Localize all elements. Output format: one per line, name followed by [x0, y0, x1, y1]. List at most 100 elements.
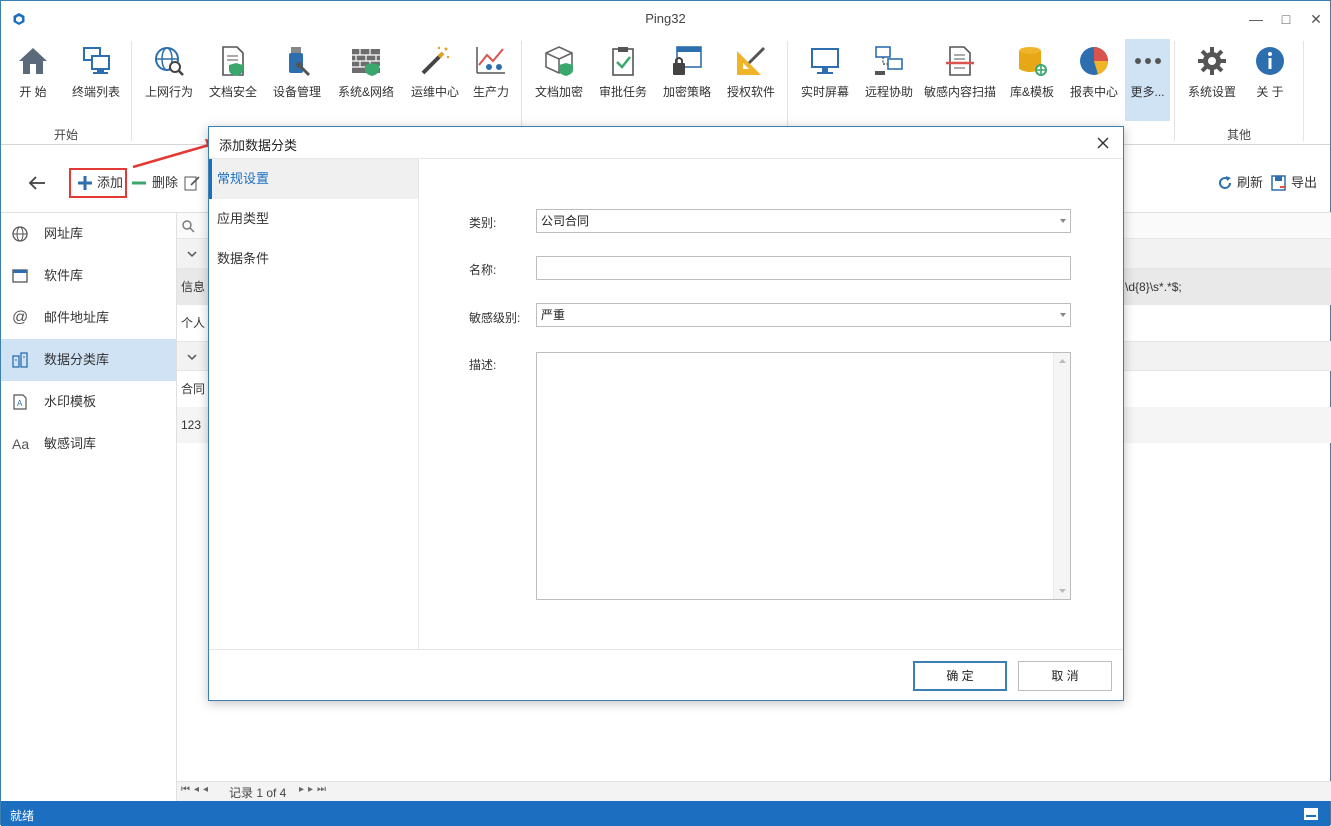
- ribbon-label: 运维中心: [410, 85, 459, 99]
- category-select[interactable]: 公司合同: [536, 209, 1071, 233]
- delete-button[interactable]: 删除: [131, 171, 179, 195]
- ribbon-label: 文档加密: [534, 85, 583, 99]
- ribbon-label: 文档安全: [208, 85, 257, 99]
- sidebar-item-url-library[interactable]: 网址库: [1, 213, 176, 255]
- document-shield-icon: [222, 46, 244, 76]
- ribbon-live-screen-button[interactable]: 实时屏幕: [796, 39, 854, 121]
- sidebar-item-data-category-library[interactable]: 数据分类库: [1, 339, 176, 381]
- info-icon: [1256, 47, 1284, 75]
- clipboard-check-icon: [612, 47, 634, 76]
- export-button[interactable]: 导出: [1271, 171, 1319, 195]
- sidebar-item-watermark-template[interactable]: A 水印模板: [1, 381, 176, 423]
- grid-cell-regex: \d{8}\s*.*$;: [1125, 280, 1182, 294]
- pager-next-last-buttons[interactable]: ▸▸⏭: [299, 784, 330, 795]
- ribbon-label: 远程协助: [864, 85, 913, 99]
- remote-network-icon: [875, 46, 903, 75]
- chevron-down-icon: [187, 354, 197, 361]
- ribbon-label: 加密策略: [662, 85, 711, 99]
- back-button[interactable]: [27, 171, 47, 195]
- ribbon-more-button[interactable]: 更多...: [1125, 39, 1170, 121]
- ribbon-terminal-list-button[interactable]: 终端列表: [65, 39, 127, 121]
- ribbon-about-button[interactable]: 关 于: [1245, 39, 1295, 121]
- ribbon-system-network-button[interactable]: 系统&网络: [332, 39, 400, 121]
- ribbon-group-other-label: 其他: [1227, 128, 1252, 142]
- chart-people-icon: [476, 47, 505, 74]
- firewall-icon: [352, 49, 380, 76]
- edit-button[interactable]: [184, 171, 204, 195]
- ribbon-sensitive-scan-button[interactable]: 敏感内容扫描: [921, 39, 999, 121]
- maximize-button[interactable]: □: [1271, 7, 1301, 31]
- sidebar-item-email-library[interactable]: @ 邮件地址库: [1, 297, 176, 339]
- ribbon-label: 系统&网络: [337, 85, 394, 99]
- ribbon-report-center-button[interactable]: 报表中心: [1065, 39, 1123, 121]
- title-bar: Ping32 — □ ✕: [1, 1, 1330, 37]
- ribbon-device-management-button[interactable]: 设备管理: [268, 39, 326, 121]
- sidebar-item-label: 邮件地址库: [44, 310, 110, 325]
- description-textarea[interactable]: [536, 352, 1071, 600]
- ribbon-label: 开 始: [19, 85, 47, 99]
- sidebar-item-label: 软件库: [44, 268, 84, 283]
- ribbon-label: 终端列表: [71, 85, 120, 99]
- ribbon-label: 授权软件: [726, 85, 775, 99]
- ribbon-label: 实时屏幕: [800, 85, 849, 99]
- chevron-down-icon: [187, 251, 197, 258]
- dropdown-arrow-icon: [1060, 313, 1066, 317]
- ribbon-licensed-software-button[interactable]: 授权软件: [722, 39, 780, 121]
- window-lock-icon: [673, 46, 702, 75]
- ok-button[interactable]: 确 定: [913, 661, 1007, 691]
- more-dots-icon: [1134, 58, 1161, 64]
- delete-button-label: 删除: [152, 175, 179, 190]
- grid-cell: 合同: [181, 382, 206, 396]
- pager-first-prev-buttons[interactable]: ⏮◂◂: [181, 784, 212, 795]
- category-value: 公司合同: [541, 214, 590, 228]
- ribbon-encryption-policy-button[interactable]: 加密策略: [658, 39, 716, 121]
- sidebar-item-software-library[interactable]: 软件库: [1, 255, 176, 297]
- name-input[interactable]: [536, 256, 1071, 280]
- ribbon-system-settings-button[interactable]: 系统设置: [1183, 39, 1241, 121]
- nav-general-settings[interactable]: 常规设置: [209, 159, 418, 199]
- ribbon-ops-center-button[interactable]: 运维中心: [406, 39, 464, 121]
- ribbon-remote-assist-button[interactable]: 远程协助: [860, 39, 918, 121]
- ribbon-label: 敏感内容扫描: [923, 85, 996, 99]
- cancel-button[interactable]: 取 消: [1018, 661, 1112, 691]
- ribbon-document-security-button[interactable]: 文档安全: [204, 39, 262, 121]
- refresh-icon: [1219, 176, 1232, 189]
- refresh-button[interactable]: 刷新: [1217, 171, 1265, 195]
- dialog-footer: 确 定 取 消: [209, 649, 1123, 701]
- ribbon-label: 上网行为: [144, 85, 193, 99]
- record-pager: ⏮◂◂ 记录 1 of 4 ▸▸⏭: [177, 781, 1331, 801]
- ribbon-label: 设备管理: [272, 85, 321, 99]
- ribbon-doc-encryption-button[interactable]: 文档加密: [530, 39, 588, 121]
- status-bar: 就绪: [1, 801, 1330, 826]
- close-window-button[interactable]: ✕: [1301, 7, 1331, 31]
- minimize-button[interactable]: —: [1241, 7, 1271, 31]
- home-icon: [19, 48, 47, 74]
- arrow-left-icon: [28, 176, 45, 190]
- ribbon-home-button[interactable]: 开 始: [7, 39, 59, 121]
- grid-cell: 个人: [181, 316, 206, 330]
- nav-data-conditions[interactable]: 数据条件: [209, 239, 418, 279]
- sensitivity-level-select[interactable]: 严重: [536, 303, 1071, 327]
- textarea-scrollbar[interactable]: [1053, 353, 1070, 599]
- data-category-icon: [12, 352, 28, 368]
- ribbon-approval-tasks-button[interactable]: 审批任务: [594, 39, 652, 121]
- ribbon-web-behavior-button[interactable]: 上网行为: [140, 39, 198, 121]
- ribbon-separator: [1303, 41, 1304, 141]
- window-title: Ping32: [645, 11, 686, 26]
- ribbon-productivity-button[interactable]: 生产力: [466, 39, 516, 121]
- sidebar-item-sensitive-words[interactable]: Aa 敏感词库: [1, 423, 176, 465]
- dialog-form: 类别: 公司合同 名称: 敏感级别: 严重 描述:: [420, 158, 1123, 649]
- dialog-close-button[interactable]: [1093, 133, 1113, 153]
- database-icon: [1019, 47, 1047, 76]
- nav-application-type[interactable]: 应用类型: [209, 199, 418, 239]
- pie-chart-icon: [1080, 47, 1109, 75]
- grid-cell: 信息: [181, 280, 206, 294]
- sensitivity-level-label: 敏感级别:: [469, 311, 521, 325]
- ribbon-label: 关 于: [1256, 85, 1284, 99]
- ribbon-library-template-button[interactable]: 库&模板: [1003, 39, 1061, 121]
- app-window: Ping32 — □ ✕ 开 始 终端列表 上网行为 文档安全 设备管理 系统&…: [0, 0, 1331, 826]
- close-icon: [1097, 137, 1109, 149]
- sidebar-item-label: 敏感词库: [44, 436, 97, 451]
- sidebar-item-label: 水印模板: [44, 394, 97, 409]
- add-data-category-dialog: 添加数据分类 常规设置 应用类型 数据条件 类别: 公司合同 名称: 敏感级别:…: [208, 126, 1124, 701]
